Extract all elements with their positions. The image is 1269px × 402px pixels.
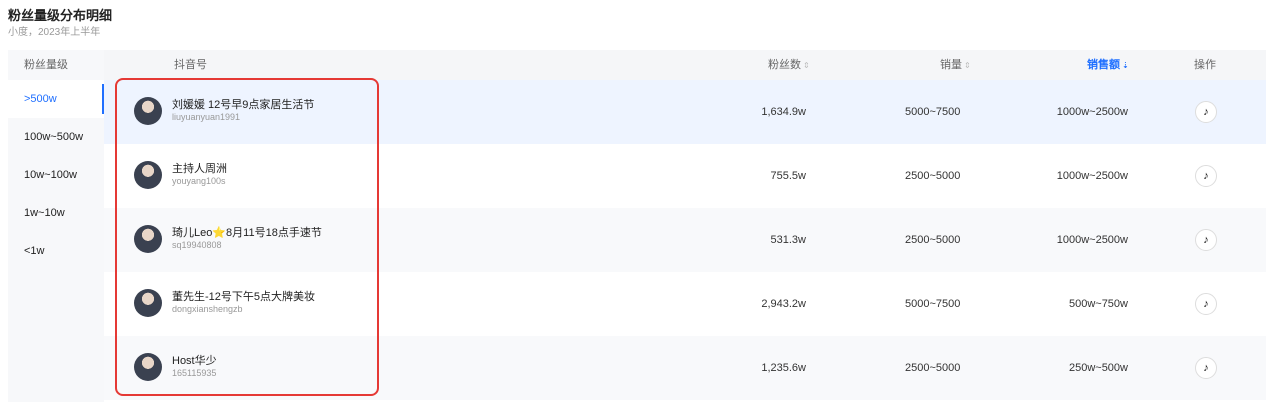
account-handle: sq19940808 <box>172 240 222 250</box>
sales-amount: 1000w~2500w <box>1056 170 1128 182</box>
account-handle: 165115935 <box>172 368 217 378</box>
account-handle: dongxianshengzb <box>172 304 243 314</box>
sidebar-item-under-1w[interactable]: <1w <box>8 232 104 270</box>
sidebar-item-over-500w[interactable]: >500w <box>8 80 104 118</box>
page-title: 粉丝量级分布明细 <box>8 8 113 23</box>
sales-volume: 5000~7500 <box>905 298 961 310</box>
avatar <box>134 97 162 125</box>
sales-volume: 5000~7500 <box>905 106 961 118</box>
sidebar-header: 粉丝量级 <box>24 59 68 71</box>
sales-volume: 2500~5000 <box>905 170 961 182</box>
fans-count: 1,634.9w <box>761 106 806 118</box>
table-row[interactable]: 琦儿Leo⭐8月11号18点手速节 sq19940808 531.3w 2500… <box>104 208 1266 272</box>
table-row[interactable]: 董先生-12号下午5点大牌美妆 dongxianshengzb 2,943.2w… <box>104 272 1266 336</box>
douyin-icon[interactable]: ♪ <box>1195 165 1217 187</box>
table-row[interactable]: 刘媛媛 12号早9点家居生活节 liuyuanyuan1991 1,634.9w… <box>104 80 1266 144</box>
douyin-icon[interactable]: ♪ <box>1195 229 1217 251</box>
table-header: 抖音号 粉丝数 ⇕ 销量 ⇕ 销售额 ⇣ 操作 <box>104 50 1266 80</box>
page-subtitle: 小度，2023年上半年 <box>8 27 101 38</box>
fans-count: 1,235.6w <box>761 362 806 374</box>
column-header-fans[interactable]: 粉丝数 ⇕ <box>768 50 810 81</box>
column-header-sales-amount[interactable]: 销售额 ⇣ <box>1087 50 1129 81</box>
account-handle: liuyuanyuan1991 <box>172 112 241 122</box>
sidebar-item-10w-100w[interactable]: 10w~100w <box>8 156 104 194</box>
sales-volume: 2500~5000 <box>905 362 961 374</box>
account-name: 董先生-12号下午5点大牌美妆 <box>172 291 316 303</box>
avatar <box>134 289 162 317</box>
fans-count: 2,943.2w <box>761 298 806 310</box>
column-header-sales-amount-label: 销售额 <box>1087 59 1120 71</box>
account-name: 主持人周洲 <box>172 163 227 175</box>
account-table: 抖音号 粉丝数 ⇕ 销量 ⇕ 销售额 ⇣ 操作 刘媛媛 12号早9点家居生活节 liu… <box>104 50 1266 402</box>
sidebar-item-1w-10w[interactable]: 1w~10w <box>8 194 104 232</box>
sort-desc-icon[interactable]: ⇣ <box>1122 51 1129 81</box>
column-header-sales-volume[interactable]: 销量 ⇕ <box>940 50 971 81</box>
account-name: 琦儿Leo⭐8月11号18点手速节 <box>172 227 322 239</box>
avatar <box>134 225 162 253</box>
sales-amount: 500w~750w <box>1068 298 1128 310</box>
fans-distribution-panel: 粉丝量级 >500w 100w~500w 10w~100w 1w~10w <1w… <box>8 50 1266 402</box>
avatar <box>134 353 162 381</box>
sort-icon[interactable]: ⇕ <box>964 51 971 81</box>
column-header-sales-volume-label: 销量 <box>940 59 962 71</box>
account-name: Host华少 <box>172 355 217 367</box>
sidebar-item-100w-500w[interactable]: 100w~500w <box>8 118 104 156</box>
column-header-action: 操作 <box>1194 59 1216 71</box>
account-handle: youyang100s <box>172 176 226 186</box>
fans-count: 531.3w <box>770 234 806 246</box>
sales-amount: 1000w~2500w <box>1056 234 1128 246</box>
douyin-icon[interactable]: ♪ <box>1195 293 1217 315</box>
column-header-account: 抖音号 <box>174 59 207 71</box>
account-name: 刘媛媛 12号早9点家居生活节 <box>172 99 315 111</box>
sales-amount: 1000w~2500w <box>1056 106 1128 118</box>
fans-tier-sidebar: 粉丝量级 >500w 100w~500w 10w~100w 1w~10w <1w <box>8 50 104 402</box>
sales-amount: 250w~500w <box>1068 362 1128 374</box>
avatar <box>134 161 162 189</box>
sort-icon[interactable]: ⇕ <box>803 51 810 81</box>
douyin-icon[interactable]: ♪ <box>1195 101 1217 123</box>
table-row[interactable]: 主持人周洲 youyang100s 755.5w 2500~5000 1000w… <box>104 144 1266 208</box>
fans-count: 755.5w <box>770 170 806 182</box>
column-header-fans-label: 粉丝数 <box>768 59 801 71</box>
sales-volume: 2500~5000 <box>905 234 961 246</box>
table-row[interactable]: Host华少 165115935 1,235.6w 2500~5000 250w… <box>104 336 1266 400</box>
douyin-icon[interactable]: ♪ <box>1195 357 1217 379</box>
